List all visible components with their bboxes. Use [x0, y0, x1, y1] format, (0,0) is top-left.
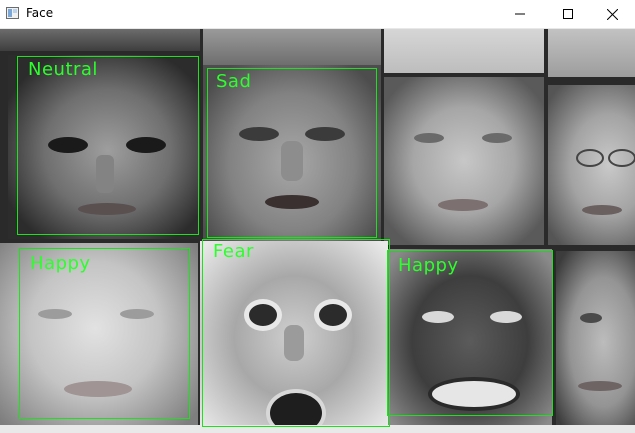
emotion-label: Fear	[213, 241, 254, 262]
window-titlebar: Face	[0, 0, 635, 29]
minimize-icon	[515, 13, 525, 15]
close-button[interactable]	[589, 0, 635, 28]
detection-box	[17, 56, 199, 235]
face-photo	[548, 85, 635, 245]
window-title: Face	[26, 6, 54, 20]
maximize-icon	[563, 9, 573, 19]
face-photo	[384, 29, 544, 73]
emotion-label: Happy	[30, 253, 91, 274]
maximize-button[interactable]	[545, 0, 591, 28]
close-icon	[606, 8, 618, 20]
detection-box	[207, 68, 377, 238]
app-window-icon	[6, 7, 19, 19]
emotion-label: Sad	[216, 71, 252, 92]
face-photo	[203, 29, 381, 65]
minimize-button[interactable]	[497, 0, 543, 28]
detection-box	[202, 239, 390, 427]
emotion-label: Neutral	[28, 59, 98, 80]
camera-frame: Neutral Sad Happy Fear Happy	[0, 29, 635, 433]
face-photo	[556, 251, 635, 433]
emotion-label: Happy	[398, 255, 459, 276]
face-photo	[548, 29, 635, 77]
face-photo	[384, 77, 544, 245]
face-photo	[0, 29, 200, 51]
